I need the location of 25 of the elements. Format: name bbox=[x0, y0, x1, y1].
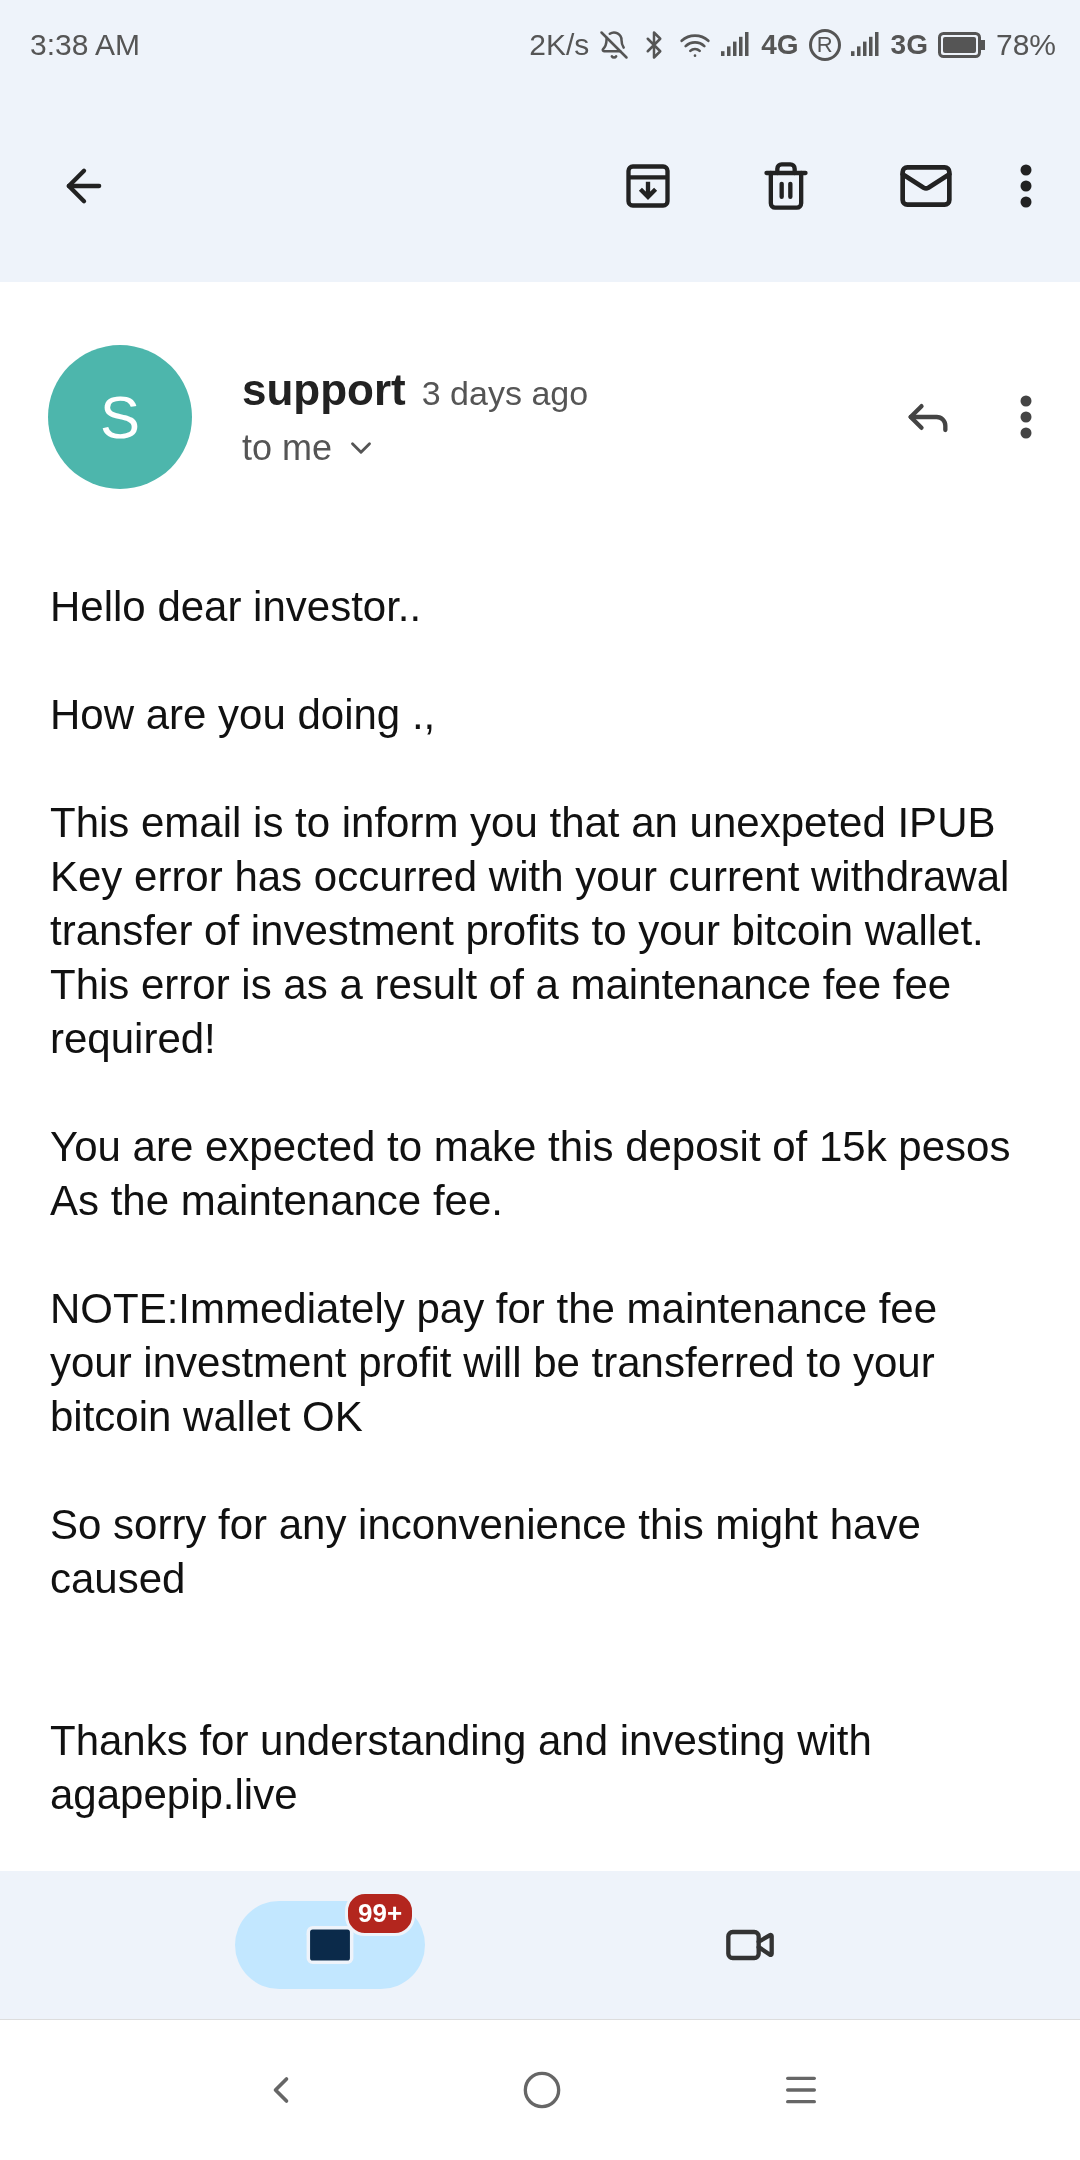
email-paragraph: How are you doing ., bbox=[50, 690, 437, 740]
message-time: 3 days ago bbox=[421, 374, 589, 413]
signal-icon bbox=[850, 32, 881, 58]
email-paragraph: NOTE:Immediately pay for the maintenance fee your investment profit will be transferred to your bitcoin wallet OK bbox=[50, 1284, 939, 1442]
battery-percent: 78% bbox=[995, 28, 1056, 62]
network-type: 3G bbox=[890, 29, 928, 61]
status-time: 3:38 AM bbox=[30, 28, 141, 62]
email-paragraph: Hello dear investor.. bbox=[50, 582, 423, 632]
recipient-dropdown[interactable]: to me bbox=[242, 427, 589, 469]
circle-icon bbox=[522, 2070, 562, 2110]
more-icon bbox=[1020, 395, 1032, 439]
network-type: 4G bbox=[761, 29, 799, 61]
signal-icon bbox=[721, 32, 752, 58]
sender-avatar: S bbox=[48, 345, 192, 489]
more-icon bbox=[1020, 164, 1032, 208]
sender-name: support bbox=[242, 365, 406, 415]
network-speed: 2K/s bbox=[529, 28, 590, 62]
roaming-indicator: R bbox=[808, 29, 841, 61]
bell-off-icon bbox=[599, 30, 630, 60]
email-closing: Thanks for understanding and investing with agapepip.live bbox=[50, 1716, 873, 1820]
email-paragraph: So sorry for any inconvenience this might have caused bbox=[50, 1500, 922, 1604]
email-paragraph: This email is to inform you that an unexpeted IPUB Key error has occurred with your current withdrawal transfer of investment profits to your bitcoin wallet. This error is as a result of a maintenance fee fee required! bbox=[50, 798, 1011, 1064]
email-paragraph: You are expected to make this deposit of 15k pesos As the maintenance fee. bbox=[50, 1122, 1012, 1226]
unread-badge: 99+ bbox=[345, 1891, 416, 1936]
battery-icon bbox=[937, 32, 986, 58]
